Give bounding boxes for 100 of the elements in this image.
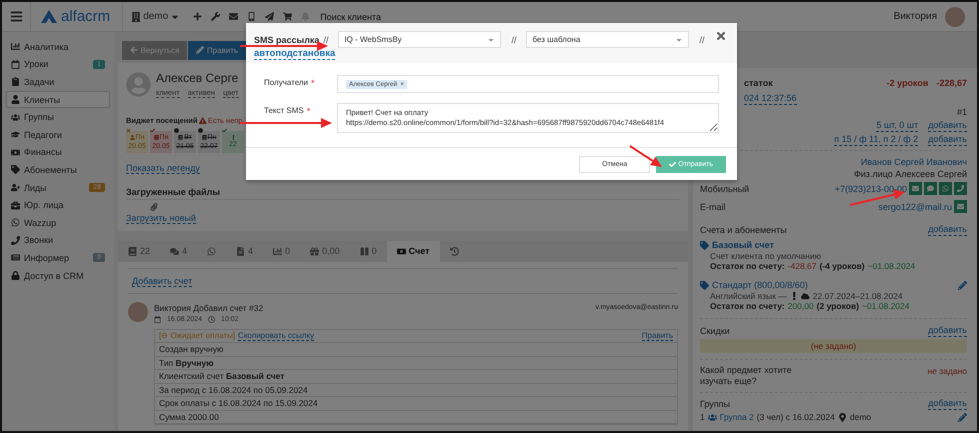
avatar[interactable]: [945, 6, 965, 26]
pause-icon: [360, 246, 369, 256]
dialog-title: SMS рассылка: [254, 34, 320, 44]
section-title: Группы: [700, 398, 730, 410]
separator-text: //: [699, 34, 704, 44]
add-link[interactable]: добавить: [928, 119, 967, 132]
sidebar-item[interactable]: Группы: [6, 108, 110, 126]
balance-lessons: (-4 уроков): [820, 261, 865, 271]
sidebar-item[interactable]: Абонементы: [6, 161, 110, 179]
invoice-detail: Создан вручную: [159, 344, 224, 354]
contact-action-button[interactable]: [924, 182, 937, 195]
contact-value[interactable]: sergo122@mail.ru: [878, 200, 952, 212]
exclamation-icon: [230, 134, 236, 140]
balance-date: ~01.08.2024: [862, 301, 910, 311]
field-label: Получатели: [264, 78, 308, 88]
pencil-icon: [958, 412, 967, 422]
counter-link[interactable]: п 15 / ф 11, п 2 / ф 2: [834, 133, 918, 146]
book-icon: [202, 134, 207, 140]
account-name[interactable]: Базовый счет: [712, 239, 774, 251]
tag-icon: [700, 280, 709, 290]
sidebar-item[interactable]: Задачи: [6, 73, 110, 91]
logo-icon: [41, 10, 57, 23]
avatar: [128, 302, 148, 322]
add-link[interactable]: добавить: [928, 223, 967, 236]
graduation-cap-icon: [11, 130, 20, 140]
account-description: Счет клиента по умолчанию: [710, 251, 821, 261]
sidebar-item[interactable]: Доступ в CRM: [6, 266, 110, 284]
calendar-icon: [11, 60, 20, 69]
section-title: Скидки: [700, 324, 730, 336]
required-mark: *: [306, 106, 310, 116]
close-icon: [715, 30, 727, 42]
section-title: Счета и абонементы: [700, 224, 787, 236]
book-icon: [178, 134, 184, 140]
balance-lessons: (2 уроков): [816, 301, 859, 311]
book-icon: [154, 134, 159, 140]
balance-amount: -228,67: [936, 77, 967, 89]
warning-icon: [199, 116, 207, 124]
legend-link[interactable]: Показать легенду: [126, 162, 200, 174]
edit-link[interactable]: Править: [642, 330, 673, 341]
contact-label: Мобильный: [700, 182, 750, 194]
group-name[interactable]: Группа 2: [720, 411, 754, 423]
select-field[interactable]: без шаблона: [526, 31, 690, 48]
sidebar-item[interactable]: Звонки: [6, 232, 110, 250]
chat-bubble-icon: [11, 218, 20, 228]
add-link[interactable]: добавить: [928, 397, 967, 410]
contact-action-button[interactable]: [954, 200, 967, 213]
group-branch: demo: [850, 411, 872, 423]
sidebar-item[interactable]: Юр. лица: [6, 196, 110, 214]
document-icon: [236, 246, 246, 256]
contact-action-button[interactable]: [909, 182, 922, 195]
cross-icon: [126, 128, 131, 133]
logo[interactable]: alfacrm: [61, 8, 110, 25]
users-icon: [708, 412, 717, 422]
add-link[interactable]: добавить: [928, 133, 967, 146]
field-value[interactable]: не задано: [927, 365, 967, 377]
sidebar-item[interactable]: Педагоги: [6, 126, 110, 144]
account-name[interactable]: Стандарт (800,00/8/60): [712, 279, 808, 291]
bar-chart-icon: [273, 246, 282, 256]
tag-icon: [11, 165, 20, 174]
copy-link[interactable]: Скопировать ссылку: [238, 330, 314, 341]
close-button[interactable]: [715, 30, 727, 42]
separator-text: //: [511, 34, 516, 44]
contact-action-button[interactable]: [939, 182, 952, 195]
pencil-icon: [958, 280, 967, 290]
user-name[interactable]: Виктория: [894, 11, 937, 22]
sidebar-item[interactable]: Клиенты: [6, 90, 110, 108]
select-field[interactable]: IQ - WebSmsBy: [338, 31, 502, 48]
separator-text: //: [323, 34, 328, 44]
section-title: Загруженные файлы: [126, 186, 680, 200]
banknote-icon: [11, 148, 20, 157]
tab[interactable]: Счет: [386, 240, 440, 262]
edit-button[interactable]: Править: [188, 41, 246, 60]
comments-icon: [170, 246, 180, 256]
invoice-detail: Клиентский счет Базовый счет: [159, 371, 284, 382]
history-icon: [450, 246, 459, 256]
sidebar-item[interactable]: Wazzup: [6, 214, 110, 232]
contact-label: E-mail: [700, 200, 726, 212]
arrow-left-icon: [130, 46, 138, 54]
sidebar-item[interactable]: Финансы: [6, 144, 110, 162]
status-label: [⊖ Ожидает оплаты]: [159, 330, 236, 341]
envelope-icon: [957, 203, 964, 210]
counter-link[interactable]: 5 шт, 0 шт: [876, 119, 918, 132]
add-invoice-link[interactable]: Добавить счет: [132, 276, 192, 286]
phone-icon: [957, 185, 964, 192]
invoice-detail: Срок оплаты с 16.08.2024 по 15.09.2024: [159, 398, 318, 408]
briefcase-icon: [11, 200, 20, 210]
sidebar-item[interactable]: Аналитика: [6, 38, 110, 56]
chart-icon: [11, 42, 20, 52]
balance-amount: 200,00: [788, 301, 814, 311]
contact-action-button[interactable]: [954, 182, 967, 195]
date-link[interactable]: 024 12:37:56: [744, 92, 797, 105]
group-details: (3 чел) с 16.02.2024: [756, 411, 835, 423]
responsible-name[interactable]: Иванов Сергей Иванович: [860, 156, 967, 168]
workspace-dropdown[interactable]: demo: [123, 11, 188, 22]
contact-value[interactable]: +7(923)213-00-00: [834, 182, 907, 194]
upload-link[interactable]: Загрузить новый: [126, 212, 196, 224]
add-link[interactable]: добавить: [928, 324, 967, 337]
field-label: Какой предмет хотите изучать еще?: [700, 365, 793, 387]
book-icon: [128, 246, 137, 256]
balance-lessons: -2 уроков: [886, 77, 928, 89]
